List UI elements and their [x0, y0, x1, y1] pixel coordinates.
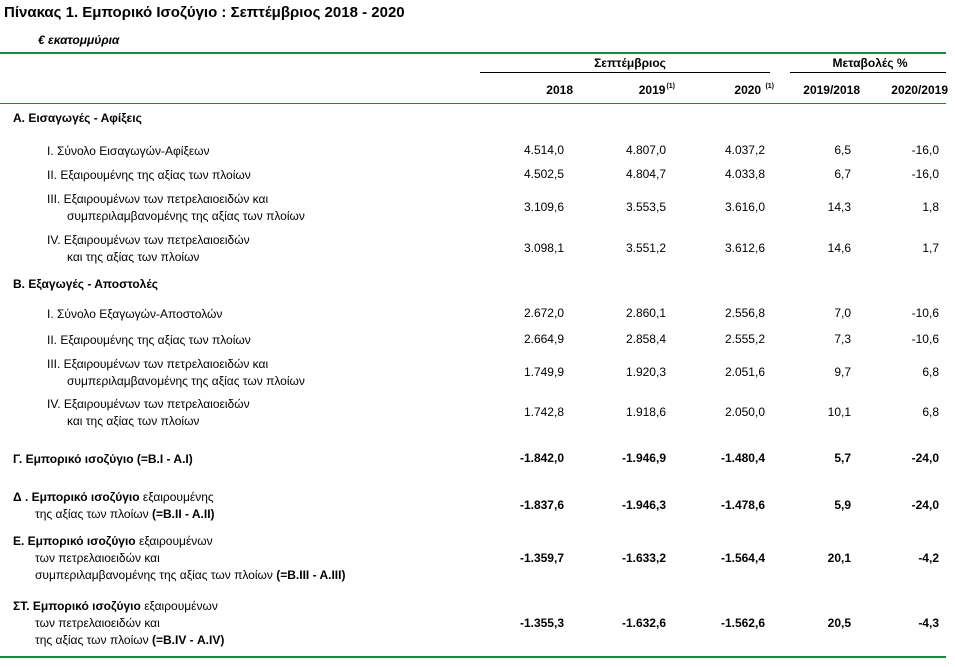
value-2019: -1.946,3	[621, 498, 666, 512]
value-2020: -1.564,4	[720, 551, 765, 565]
balance-label: Δ . Εμπορικό ισοζύγιο εξαιρουμένης της αξ…	[13, 490, 215, 521]
change-2019-2018: 6,7	[834, 167, 851, 181]
value-2018: -1.355,3	[519, 616, 564, 630]
value-2019: 3.553,5	[625, 200, 666, 214]
change-2020-2019: -10,6	[911, 306, 939, 320]
balance-label: Γ. Εμπορικό ισοζύγιο (=Β.Ι - Α.Ι)	[13, 452, 193, 466]
row-label: ΙV. Εξαιρουμένων των πετρελαιοειδών και τ…	[47, 397, 250, 428]
value-2020: -1.480,4	[720, 451, 765, 465]
value-2019: 1.920,3	[625, 365, 666, 379]
change-2020-2019: 1,7	[922, 241, 939, 255]
col-header-2019: 2019(1)	[638, 83, 675, 97]
value-2020: 2.556,8	[724, 306, 765, 320]
balance-label: ΣΤ. Εμπορικό ισοζύγιο εξαιρουμένων των πε…	[13, 599, 225, 647]
bottom-rule	[0, 656, 946, 658]
group-header-changes: Μεταβολές %	[832, 56, 908, 70]
footnote-marker: (1)	[666, 83, 675, 90]
change-2020-2019: -10,6	[911, 332, 939, 346]
change-2020-2019: 6,8	[922, 365, 939, 379]
balance-label: Ε. Εμπορικό ισοζύγιο εξαιρουμένων των πετ…	[13, 534, 346, 582]
change-2020-2019: -24,0	[911, 498, 939, 512]
value-2020: 2.051,6	[724, 365, 765, 379]
value-2020: 3.616,0	[724, 200, 765, 214]
col-header-2020: 2020 (1)	[734, 83, 774, 97]
change-2020-2019: 6,8	[922, 405, 939, 419]
row-label: Ι. Σύνολο Εξαγωγών-Αποστολών	[47, 307, 223, 321]
value-2020: 4.033,8	[724, 167, 765, 181]
value-2018: 2.672,0	[523, 306, 564, 320]
value-2019: 2.860,1	[625, 306, 666, 320]
col-header-2020-2019: 2020/2019	[891, 83, 948, 97]
value-2018: 1.742,8	[523, 405, 564, 419]
value-2019: 4.807,0	[625, 143, 666, 157]
value-2019: 3.551,2	[625, 241, 666, 255]
row-label: ΙΙ. Εξαιρουμένης της αξίας των πλοίων	[47, 333, 251, 347]
page-title: Πίνακας 1. Εμπορικό Ισοζύγιο : Σεπτέμβρι…	[4, 4, 405, 21]
value-2020: 2.050,0	[724, 405, 765, 419]
change-2019-2018: 5,7	[834, 451, 851, 465]
value-2018: 3.109,6	[523, 200, 564, 214]
row-label: Ι. Σύνολο Εισαγωγών-Αφίξεων	[47, 144, 210, 158]
row-label: ΙV. Εξαιρουμένων των πετρελαιοειδών και τ…	[47, 233, 250, 264]
value-2019: 4.804,7	[625, 167, 666, 181]
value-2018: 2.664,9	[523, 332, 564, 346]
change-2019-2018: 5,9	[834, 498, 851, 512]
top-rule	[0, 52, 946, 54]
value-2020: 4.037,2	[724, 143, 765, 157]
value-2018: -1.842,0	[519, 451, 564, 465]
footnote-marker: (1)	[765, 83, 774, 90]
value-2020: 3.612,6	[724, 241, 765, 255]
change-2020-2019: -16,0	[911, 143, 939, 157]
value-2019: 2.858,4	[625, 332, 666, 346]
value-2019: -1.632,6	[621, 616, 666, 630]
change-2020-2019: 1,8	[922, 200, 939, 214]
change-2019-2018: 7,3	[834, 332, 851, 346]
group-underline-changes	[790, 72, 946, 73]
change-2019-2018: 7,0	[834, 306, 851, 320]
unit-label: € εκατομμύρια	[38, 33, 120, 47]
value-2018: -1.837,6	[519, 498, 564, 512]
change-2020-2019: -24,0	[911, 451, 939, 465]
value-2018: 1.749,9	[523, 365, 564, 379]
value-2018: 4.514,0	[523, 143, 564, 157]
change-2019-2018: 14,6	[827, 241, 851, 255]
col-header-2019-2018: 2019/2018	[803, 83, 860, 97]
change-2019-2018: 20,1	[827, 551, 851, 565]
change-2020-2019: -4,3	[918, 616, 939, 630]
value-2018: 4.502,5	[523, 167, 564, 181]
value-2019: -1.633,2	[621, 551, 666, 565]
col-header-2018: 2018	[546, 83, 573, 97]
value-2018: 3.098,1	[523, 241, 564, 255]
value-2020: 2.555,2	[724, 332, 765, 346]
row-label: ΙΙ. Εξαιρουμένης της αξίας των πλοίων	[47, 168, 251, 182]
row-label: ΙΙΙ. Εξαιρουμένων των πετρελαιοειδών και…	[47, 357, 305, 388]
change-2019-2018: 6,5	[834, 143, 851, 157]
value-2019: 1.918,6	[625, 405, 666, 419]
row-label: ΙΙΙ. Εξαιρουμένων των πετρελαιοειδών και…	[47, 192, 305, 223]
value-2020: -1.478,6	[720, 498, 765, 512]
change-2019-2018: 20,5	[827, 616, 851, 630]
change-2019-2018: 14,3	[827, 200, 851, 214]
group-underline-september	[480, 72, 770, 73]
value-2019: -1.946,9	[621, 451, 666, 465]
change-2020-2019: -4,2	[918, 551, 939, 565]
header-rule	[0, 103, 946, 104]
change-2020-2019: -16,0	[911, 167, 939, 181]
group-header-september: Σεπτέμβριος	[594, 56, 666, 70]
change-2019-2018: 9,7	[834, 365, 851, 379]
value-2018: -1.359,7	[519, 551, 564, 565]
change-2019-2018: 10,1	[827, 405, 851, 419]
value-2020: -1.562,6	[720, 616, 765, 630]
